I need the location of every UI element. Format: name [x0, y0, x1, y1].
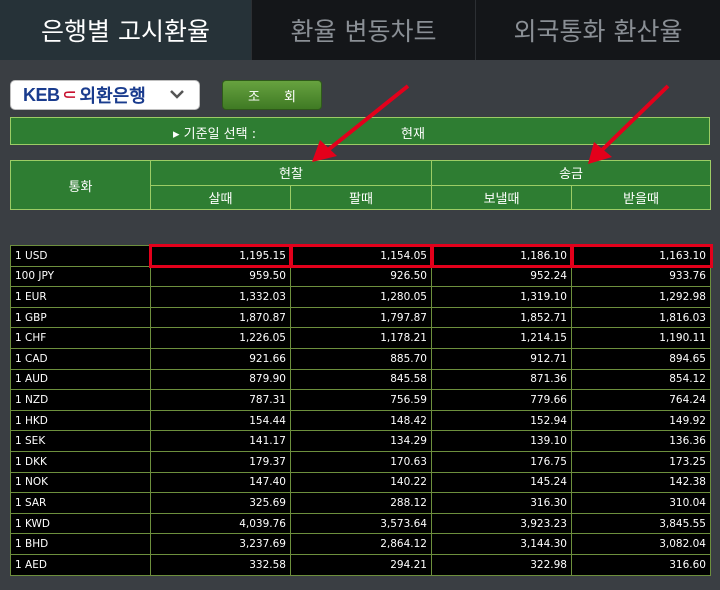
arrow-to-transfer-icon	[588, 84, 670, 164]
arrow-to-cash-icon	[312, 84, 410, 162]
annotation-arrows	[312, 84, 670, 164]
